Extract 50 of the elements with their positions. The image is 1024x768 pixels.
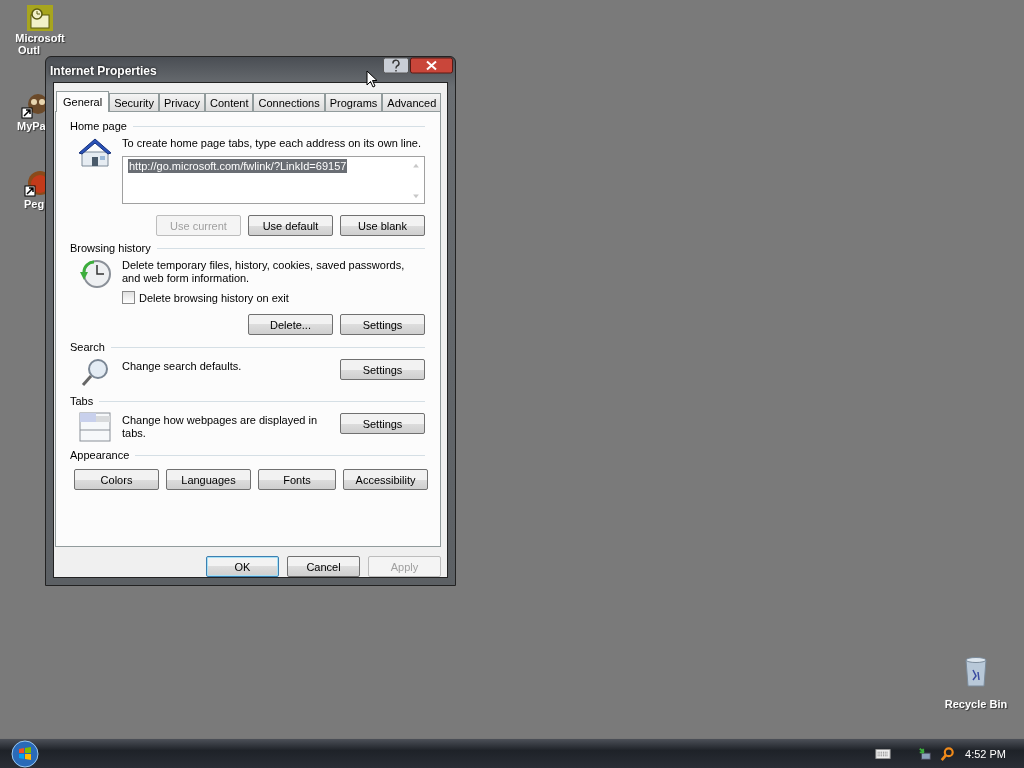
group-heading: Home page: [70, 120, 127, 132]
tab[interactable]: Programs: [324, 93, 383, 111]
house-icon: [78, 136, 112, 168]
icon-label[interactable]: Microsoft: [15, 32, 65, 44]
icon-label[interactable]: Outl: [18, 44, 40, 56]
description-text: Change how webpages are displayed in tabs.: [122, 413, 319, 440]
search-icon[interactable]: [939, 746, 956, 761]
tab[interactable]: General: [56, 91, 110, 112]
clock-icon: [78, 258, 112, 290]
icon-label[interactable]: Peg: [24, 198, 45, 210]
push-button[interactable]: OK: [206, 556, 279, 577]
checkbox-label[interactable]: Delete browsing history on exit: [139, 291, 289, 304]
clock[interactable]: 4:52 PM: [965, 747, 1006, 760]
icon-label[interactable]: MyPa: [17, 120, 46, 132]
push-button[interactable]: Delete...: [248, 314, 333, 335]
description-text: Delete temporary files, history, cookies, saved passwords, and web form information.: [122, 259, 406, 285]
instruction-text: To create home page tabs, type each address on its own line.: [122, 137, 422, 150]
push-button[interactable]: Settings: [340, 359, 425, 380]
tab[interactable]: Advanced: [382, 93, 442, 111]
icon-label[interactable]: Recycle Bin: [944, 698, 1008, 710]
tab[interactable]: Connections: [253, 93, 325, 111]
push-button[interactable]: Settings: [340, 413, 425, 434]
group-heading: Appearance: [70, 449, 130, 461]
url-field[interactable]: http://go.microsoft.com/fwlink/?LinkId=69157: [122, 156, 425, 204]
mouse-cursor-icon: [366, 70, 378, 88]
recycle-bin-icon[interactable]: [962, 656, 990, 688]
network-icon[interactable]: [917, 746, 934, 761]
group-heading: Search: [70, 341, 105, 353]
start-button[interactable]: [11, 739, 39, 768]
group-heading: Browsing history: [70, 242, 151, 254]
group-heading: Tabs: [70, 395, 94, 407]
push-button[interactable]: Use blank: [340, 215, 425, 236]
push-button[interactable]: Accessibility: [343, 469, 428, 490]
push-button[interactable]: Colors: [74, 469, 159, 490]
description-text: Change search defaults.: [122, 359, 243, 373]
tabs-window-icon: [78, 411, 112, 443]
push-button[interactable]: Fonts: [258, 469, 336, 490]
checkbox[interactable]: [122, 291, 135, 304]
calendar-icon[interactable]: [26, 4, 54, 32]
push-button[interactable]: Use default: [248, 215, 333, 236]
push-button[interactable]: Languages: [166, 469, 251, 490]
close-icon[interactable]: [410, 57, 453, 74]
push-button[interactable]: Cancel: [287, 556, 360, 577]
help-icon[interactable]: [383, 57, 409, 74]
tab[interactable]: Content: [204, 93, 254, 111]
push-button[interactable]: Settings: [340, 314, 425, 335]
tab[interactable]: Security: [109, 93, 159, 111]
window-title: Internet Properties: [50, 63, 157, 78]
keyboard-icon[interactable]: [875, 746, 892, 761]
tab[interactable]: Privacy: [158, 93, 205, 111]
